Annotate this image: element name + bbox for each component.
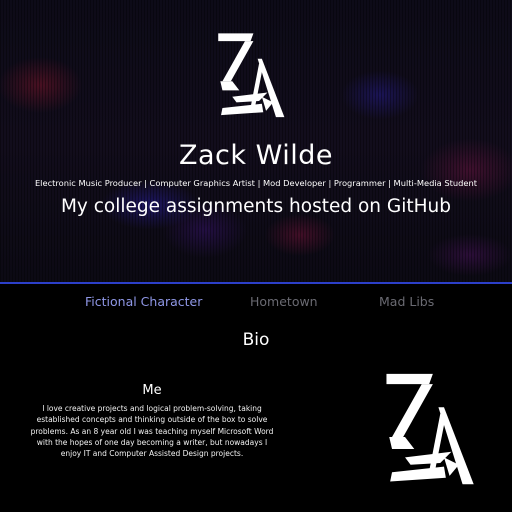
za-logo-icon	[386, 373, 474, 485]
bio-text: I love creative projects and logical pro…	[30, 404, 274, 459]
site-owner-name: Zack Wilde	[179, 140, 333, 171]
hero-banner: Zack Wilde Electronic Music Producer | C…	[0, 0, 512, 282]
hero-divider	[0, 282, 512, 284]
za-logo-icon	[218, 33, 285, 118]
nav-link-hometown[interactable]: Hometown	[250, 294, 318, 309]
hero-tagline: Electronic Music Producer | Computer Gra…	[34, 178, 478, 188]
assignment-nav: Fictional Character Hometown Mad Libs	[0, 294, 512, 310]
bio-heading: Me	[142, 383, 162, 398]
nav-link-fictional-character[interactable]: Fictional Character	[85, 294, 202, 309]
nav-link-mad-libs[interactable]: Mad Libs	[379, 294, 434, 309]
section-title: Bio	[242, 330, 270, 350]
hero-subtitle: My college assignments hosted on GitHub	[60, 196, 452, 217]
